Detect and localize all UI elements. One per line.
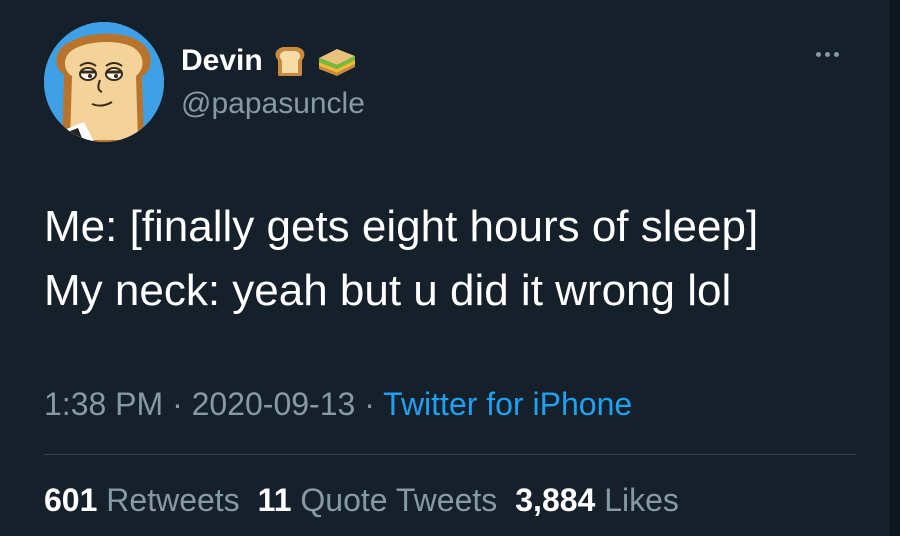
likes-label: Likes	[604, 482, 679, 518]
tweet-line: My neck: yeah but u did it wrong lol	[44, 266, 732, 315]
more-options-icon[interactable]	[816, 52, 839, 57]
bread-emoji-icon	[273, 45, 307, 77]
meta-separator: ·	[364, 386, 375, 422]
tweet-date[interactable]: 2020-09-13	[192, 386, 356, 422]
tweet-metadata: 1:38 PM · 2020-09-13 · Twitter for iPhon…	[44, 384, 632, 424]
engagement-stats: 601 Retweets 11 Quote Tweets 3,884 Likes	[44, 480, 679, 520]
user-handle[interactable]: @papasuncle	[181, 84, 365, 124]
likes-count: 3,884	[515, 482, 596, 518]
quote-tweets-stat[interactable]: 11 Quote Tweets	[258, 482, 498, 518]
sandwich-emoji-icon	[317, 46, 357, 76]
quote-tweets-count: 11	[257, 482, 292, 518]
retweets-stat[interactable]: 601 Retweets	[44, 482, 240, 518]
likes-stat[interactable]: 3,884 Likes	[515, 482, 679, 518]
author-name-row[interactable]: Devin	[181, 40, 357, 82]
window-edge	[890, 0, 900, 536]
more-dot	[834, 52, 839, 57]
retweets-count: 601	[44, 482, 98, 518]
retweets-label: Retweets	[106, 482, 240, 518]
toast-cartoon-avatar-icon	[44, 22, 164, 142]
display-name[interactable]: Devin	[181, 40, 263, 82]
tweet-detail-view: Devin @papasuncle Me: [finally gets eigh…	[0, 0, 900, 536]
tweet-text: Me: [finally gets eight hours of sleep] …	[44, 195, 758, 323]
more-dot	[825, 52, 830, 57]
more-dot	[816, 52, 821, 57]
tweet-time[interactable]: 1:38 PM	[44, 386, 163, 422]
tweet-source-link[interactable]: Twitter for iPhone	[383, 386, 632, 422]
quote-tweets-label: Quote Tweets	[300, 482, 498, 518]
tweet-line: Me: [finally gets eight hours of sleep]	[44, 202, 759, 251]
meta-separator: ·	[172, 386, 183, 422]
avatar[interactable]	[44, 22, 164, 142]
divider	[44, 454, 856, 455]
